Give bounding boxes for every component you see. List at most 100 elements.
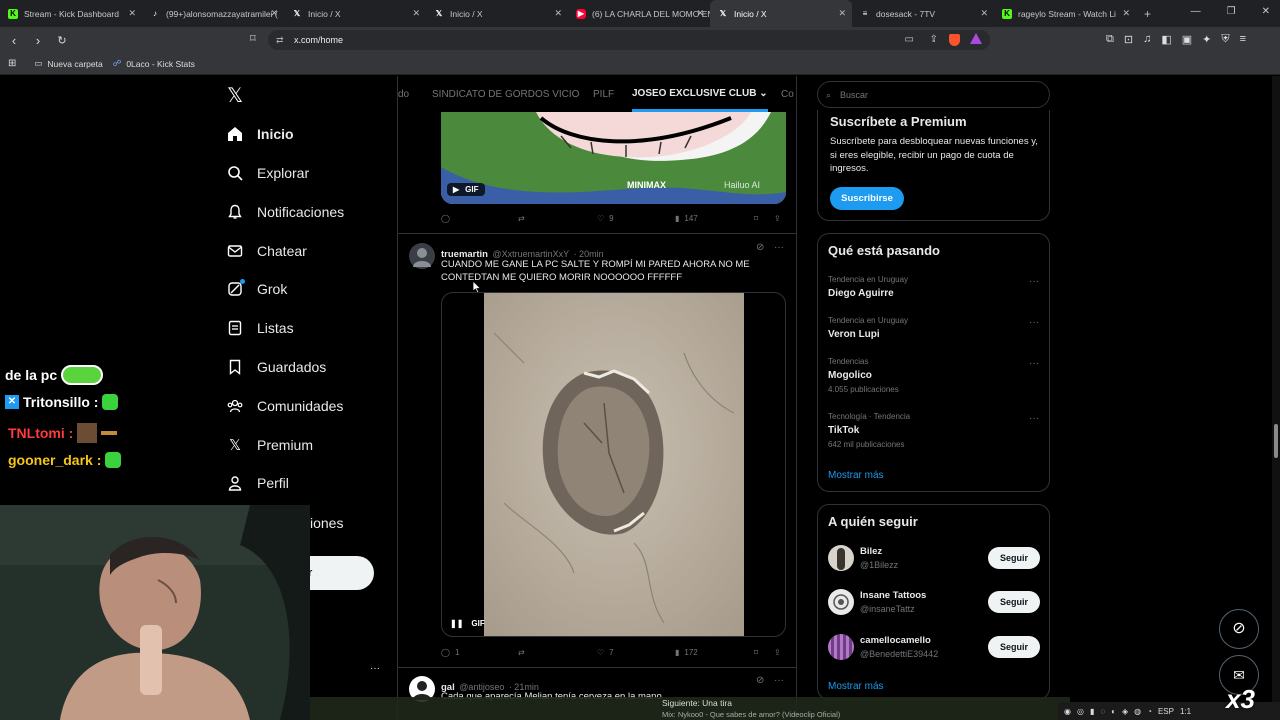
prev-post-media[interactable]: ▶ GIF MINIMAX Hailuo AI (441, 112, 786, 204)
bookmark-action[interactable]: ⌑ (754, 214, 758, 223)
trend-more-icon[interactable]: ··· (1029, 413, 1039, 424)
search-input[interactable]: ⌕ Buscar (817, 81, 1050, 108)
browser-tab[interactable]: 𝕏 Inicio / X ✕ (426, 0, 568, 27)
tray-icon[interactable]: ◌ (1100, 707, 1105, 716)
reply-action[interactable]: ◯ 1 (441, 648, 459, 657)
tray-icon[interactable]: ◈ (1122, 707, 1128, 716)
url-field[interactable]: ⇄ x.com/home ▭ ⇪ (268, 30, 990, 50)
sidebar-icon[interactable]: ◧ (1161, 33, 1171, 46)
new-tab-icon[interactable]: + (1136, 7, 1159, 21)
nav-item-premium[interactable]: 𝕏 Premium (227, 437, 313, 454)
close-tab-icon[interactable]: ✕ (838, 8, 846, 19)
scrollbar-thumb[interactable] (1274, 424, 1278, 458)
grok-float-icon[interactable]: ⊘ (1219, 609, 1259, 649)
share-action[interactable]: ⇪ (774, 214, 781, 223)
community-tab-active[interactable]: JOSEO EXCLUSIVE CLUB ⌄ (632, 76, 768, 112)
trend-item[interactable]: Tecnología · Tendencia TikTok 642 mil pu… (818, 409, 1049, 455)
trend-more-icon[interactable]: ··· (1029, 276, 1039, 287)
minimize-icon[interactable]: — (1191, 6, 1201, 17)
community-tab[interactable]: do (398, 89, 409, 100)
views-action[interactable]: ▮ 172 (675, 648, 698, 657)
restore-icon[interactable]: ❐ (1227, 6, 1236, 17)
nav-item-explore[interactable]: Explorar (227, 165, 309, 181)
nav-item-notifications[interactable]: Notificaciones (227, 204, 344, 220)
screenshot-icon[interactable]: ⊡ (1124, 33, 1133, 46)
grok-post-icon[interactable]: ⊘ (756, 675, 764, 686)
tray-icon[interactable]: ◉ (1064, 707, 1071, 716)
close-tab-icon[interactable]: ✕ (128, 8, 136, 19)
close-tab-icon[interactable]: ✕ (270, 8, 278, 19)
show-more-trends-link[interactable]: Mostrar más (828, 470, 884, 481)
post-media[interactable]: ❚❚ GIF (441, 292, 786, 637)
trend-item[interactable]: Tendencia en Uruguay Veron Lupi ··· (818, 313, 1049, 349)
follow-suggestion[interactable]: camellocamello @BenedettiE39442 Seguir (818, 632, 1049, 664)
clock[interactable]: 1:1 (1180, 707, 1191, 716)
browser-tab[interactable]: K Stream - Kick Dashboard ✕ (0, 0, 142, 27)
volume-icon[interactable]: ◔ (1147, 707, 1152, 716)
follow-button[interactable]: Seguir (988, 547, 1040, 569)
vpn-icon[interactable]: ⛨ (1221, 33, 1229, 46)
scrollbar[interactable] (1272, 76, 1280, 720)
reload-icon[interactable]: ↻ (52, 34, 72, 47)
site-info-icon[interactable]: ⇄ (276, 30, 284, 50)
close-tab-icon[interactable]: ✕ (1122, 8, 1130, 19)
nav-item-chat[interactable]: Chatear (227, 243, 307, 259)
grok-post-icon[interactable]: ⊘ (756, 242, 764, 253)
follow-button[interactable]: Seguir (988, 636, 1040, 658)
nav-item-lists[interactable]: Listas (227, 320, 294, 336)
forward-icon[interactable]: › (28, 33, 48, 48)
follow-button[interactable]: Seguir (988, 591, 1040, 613)
gif-badge[interactable]: ❚❚ GIF (450, 619, 485, 628)
nav-item-communities[interactable]: Comunidades (227, 398, 343, 414)
close-tab-icon[interactable]: ✕ (696, 8, 704, 19)
bookmark-item[interactable]: ▭ Nueva carpeta (34, 58, 102, 69)
close-window-icon[interactable]: ✕ (1262, 6, 1270, 17)
menu-icon[interactable]: ≡ (1240, 33, 1246, 46)
bookmark-item[interactable]: ☍ 0Laco - Kick Stats (113, 58, 195, 69)
like-action[interactable]: ♡ 7 (597, 648, 614, 657)
avatar[interactable] (409, 243, 435, 269)
share-action[interactable]: ⇪ (774, 648, 781, 657)
show-more-follow-link[interactable]: Mostrar más (828, 681, 884, 692)
browser-tab[interactable]: ♪ (99+)alonsomazzayatramilei (✕ (142, 0, 284, 27)
browser-tab-active[interactable]: 𝕏 Inicio / X ✕ (710, 0, 852, 27)
nav-item-home[interactable]: Inicio (227, 126, 294, 142)
back-icon[interactable]: ‹ (4, 33, 24, 48)
discord-icon[interactable]: ◐ (1111, 707, 1116, 716)
browser-tab[interactable]: ▶ (6) LA CHARLA DEL MOMO EN ✕ (568, 0, 710, 27)
close-tab-icon[interactable]: ✕ (980, 8, 988, 19)
nav-item-bookmarks[interactable]: Guardados (227, 359, 326, 375)
browser-tab[interactable]: Krageylo Stream - Watch Li ✕ (994, 0, 1136, 27)
brave-shield-icon[interactable] (949, 34, 960, 46)
nav-item-more[interactable]: iones (310, 515, 343, 531)
post-more-icon[interactable]: ··· (774, 675, 784, 686)
follow-suggestion[interactable]: Insane Tattoos @insaneTattz Seguir (818, 587, 1049, 619)
share-icon[interactable]: ⇪ (930, 30, 938, 50)
trend-more-icon[interactable]: ··· (1029, 317, 1039, 328)
gif-badge[interactable]: ▶ GIF (447, 183, 485, 196)
post-more-icon[interactable]: ··· (774, 242, 784, 253)
repost-action[interactable]: ⇄ (518, 214, 530, 223)
subscribe-button[interactable]: Suscribirse (830, 187, 904, 210)
nav-item-profile[interactable]: Perfil (227, 475, 289, 491)
repost-action[interactable]: ⇄ (518, 648, 530, 657)
bookmark-page-icon[interactable]: ⌑ (250, 32, 256, 45)
nav-item-grok[interactable]: Grok (227, 279, 287, 297)
account-more-icon[interactable]: ··· (370, 663, 380, 674)
apps-grid-icon[interactable]: ⊞ (8, 58, 16, 69)
browser-tab[interactable]: 𝕏 Inicio / X ✕ (284, 0, 426, 27)
wallet-icon[interactable]: ▣ (1182, 33, 1192, 46)
tray-icon[interactable]: ◎ (1077, 707, 1084, 716)
media-icon[interactable]: ♫ (1143, 33, 1151, 46)
close-tab-icon[interactable]: ✕ (554, 8, 562, 19)
views-action[interactable]: ▮ 147 (675, 214, 698, 223)
community-tab[interactable]: SINDICATO DE GORDOS VICIO (432, 89, 579, 100)
language-indicator[interactable]: ESP (1158, 707, 1174, 716)
browser-tab[interactable]: ≡ dosesack - 7TV ✕ (852, 0, 994, 27)
trend-item[interactable]: Tendencias Mogolico 4.055 publicaciones … (818, 354, 1049, 400)
network-icon[interactable]: ◍ (1134, 707, 1141, 716)
bookmark-action[interactable]: ⌑ (754, 648, 758, 657)
x-logo[interactable]: 𝕏 (227, 83, 243, 108)
like-action[interactable]: ♡ 9 (597, 214, 614, 223)
reply-action[interactable]: ◯ (441, 214, 455, 223)
